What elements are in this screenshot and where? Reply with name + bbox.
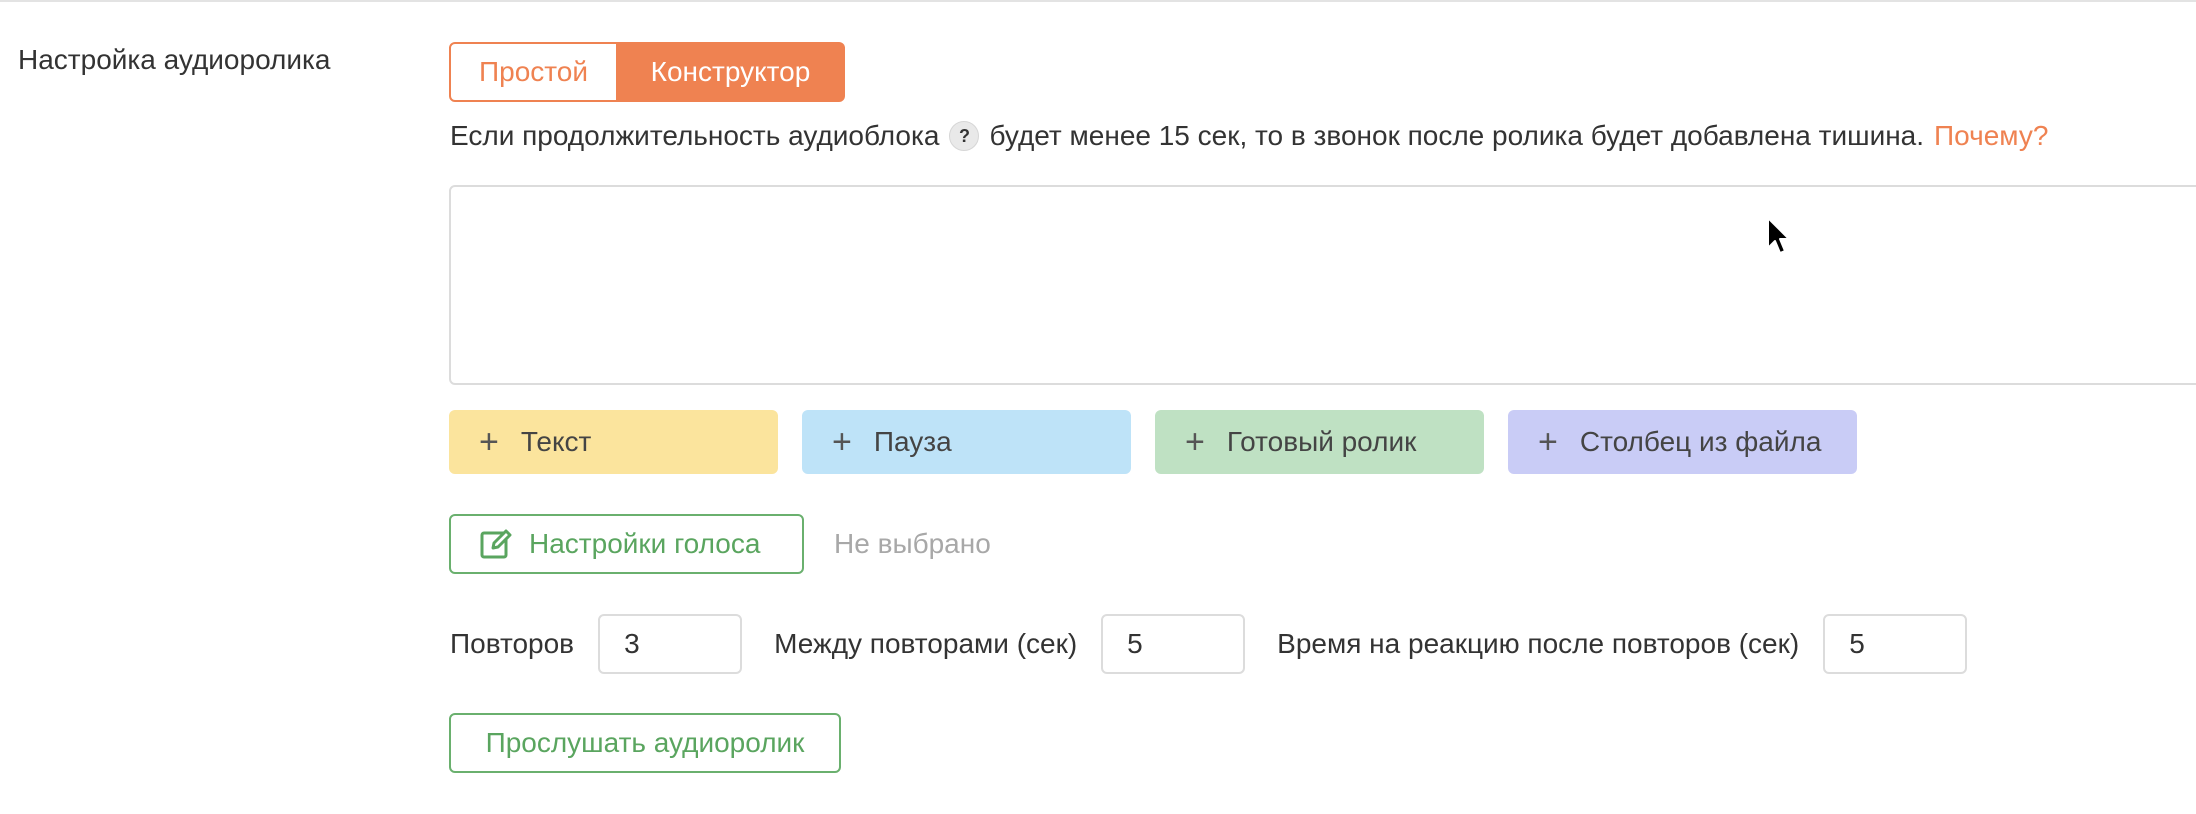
add-text-button[interactable]: + Текст xyxy=(449,410,778,474)
reaction-time-input[interactable] xyxy=(1823,614,1968,674)
edit-icon xyxy=(480,529,512,559)
mode-simple-button[interactable]: Простой xyxy=(449,42,618,102)
why-link[interactable]: Почему? xyxy=(1934,116,2048,156)
help-icon[interactable]: ? xyxy=(949,121,980,151)
mouse-pointer-icon xyxy=(1767,217,1790,254)
plus-icon: + xyxy=(832,423,852,461)
top-divider xyxy=(0,0,2196,2)
add-file-column-label: Столбец из файла xyxy=(1579,426,1822,457)
repeat-count-input[interactable] xyxy=(598,614,743,674)
repeat-settings: Повторов Между повторами (сек) Время на … xyxy=(450,614,1968,674)
add-pause-button[interactable]: + Пауза xyxy=(802,410,1131,474)
reaction-time-label: Время на реакцию после повторов (сек) xyxy=(1277,628,1800,659)
duration-hint: Если продолжительность аудиоблока ? буде… xyxy=(450,116,2048,156)
add-ready-clip-label: Готовый ролик xyxy=(1226,426,1417,457)
voice-settings-label: Настройки голоса xyxy=(529,528,761,559)
section-label: Настройка аудиоролика xyxy=(18,44,331,75)
repeat-count-label: Повторов xyxy=(450,628,575,659)
add-text-label: Текст xyxy=(520,426,592,457)
add-pause-label: Пауза xyxy=(873,426,952,457)
add-block-buttons: + Текст + Пауза + Готовый ролик + Столбе… xyxy=(449,410,1857,474)
mode-constructor-button[interactable]: Конструктор xyxy=(618,42,845,102)
hint-text-before: Если продолжительность аудиоблока xyxy=(450,120,940,151)
between-repeats-label: Между повторами (сек) xyxy=(774,628,1078,659)
mode-switch: Простой Конструктор xyxy=(449,42,845,102)
between-repeats-input[interactable] xyxy=(1101,614,1246,674)
audio-constructor-area[interactable] xyxy=(449,185,2196,385)
voice-settings-button[interactable]: Настройки голоса xyxy=(449,514,804,574)
add-ready-clip-button[interactable]: + Готовый ролик xyxy=(1155,410,1484,474)
plus-icon: + xyxy=(479,423,499,461)
voice-status: Не выбрано xyxy=(834,528,991,559)
plus-icon: + xyxy=(1185,423,1205,461)
hint-text-after: будет менее 15 сек, то в звонок после ро… xyxy=(989,120,1925,151)
plus-icon: + xyxy=(1538,423,1558,461)
add-file-column-button[interactable]: + Столбец из файла xyxy=(1508,410,1857,474)
listen-audio-button[interactable]: Прослушать аудиоролик xyxy=(449,713,841,773)
